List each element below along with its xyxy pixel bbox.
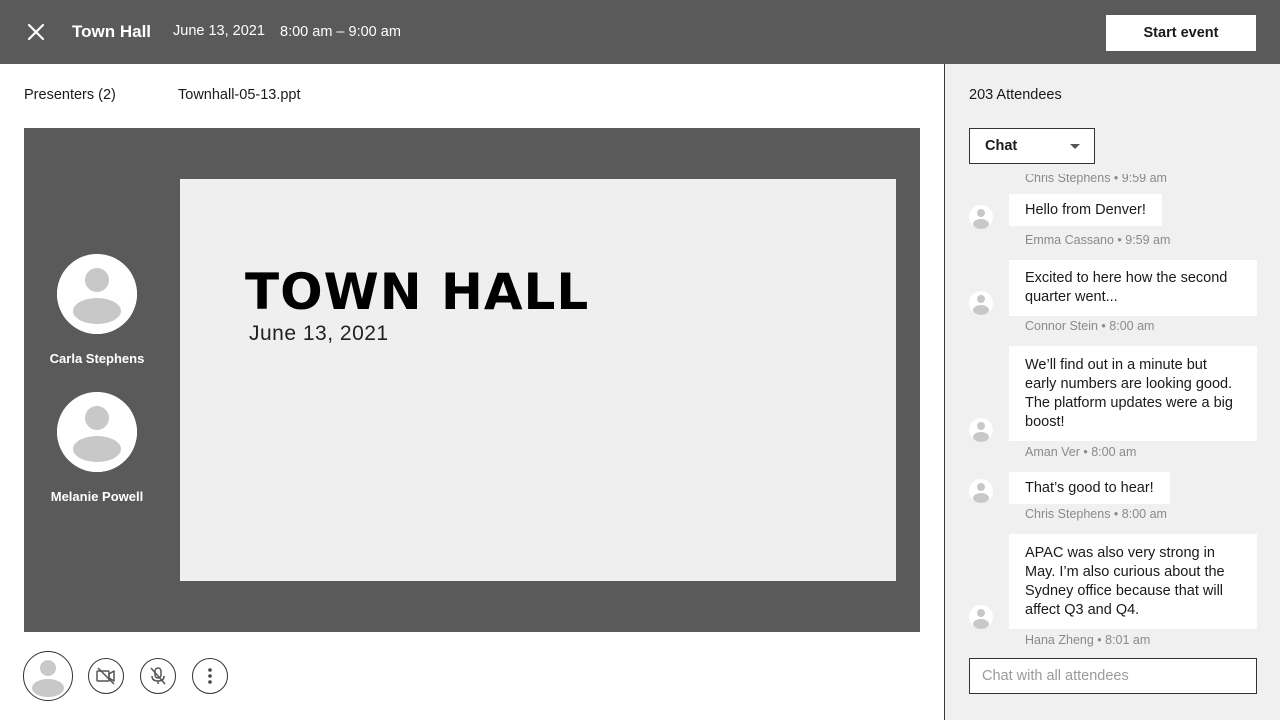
mic-off-icon[interactable] bbox=[140, 658, 176, 694]
message-meta: Emma Cassano • 9:59 am bbox=[1025, 233, 1171, 247]
video-off-icon[interactable] bbox=[88, 658, 124, 694]
person-icon bbox=[57, 392, 137, 472]
chat-messages[interactable]: Chris Stephens • 9:59 am Hello from Denv… bbox=[945, 174, 1280, 652]
tab-presenters[interactable]: Presenters (2) bbox=[24, 87, 116, 103]
presenter-name: Carla Stephens bbox=[49, 351, 145, 366]
person-icon bbox=[57, 254, 137, 334]
message-meta: Aman Ver • 8:00 am bbox=[1025, 445, 1137, 459]
person-icon bbox=[969, 605, 993, 629]
message-bubble: Hello from Denver! bbox=[1009, 194, 1162, 226]
message-meta: Chris Stephens • 9:59 am bbox=[1025, 174, 1167, 185]
presentation-slide: TOWN HALL June 13, 2021 bbox=[180, 179, 896, 581]
message-bubble: That’s good to hear! bbox=[1009, 472, 1170, 504]
message-meta: Chris Stephens • 8:00 am bbox=[1025, 507, 1167, 521]
message-bubble: APAC was also very strong in May. I’m al… bbox=[1009, 534, 1257, 629]
person-icon bbox=[969, 418, 993, 442]
message-bubble: We’ll find out in a minute but early num… bbox=[1009, 346, 1257, 441]
event-title: Town Hall bbox=[72, 22, 152, 41]
message-bubble: Excited to here how the second quarter w… bbox=[1009, 260, 1257, 316]
presenter-tile[interactable]: Carla Stephens bbox=[24, 254, 170, 366]
presenter-name: Melanie Powell bbox=[50, 489, 144, 504]
chat-panel: 203 Attendees Chat Chris Stephens • 9:59… bbox=[944, 64, 1280, 720]
presentation-stage: Carla Stephens Melanie Powell TOWN HALL … bbox=[24, 128, 920, 632]
chevron-down-icon bbox=[1070, 144, 1080, 149]
slide-date: June 13, 2021 bbox=[249, 322, 389, 345]
top-bar: Town Hall June 13, 2021 8:00 am – 9:00 a… bbox=[0, 0, 1280, 64]
event-date: June 13, 2021 bbox=[173, 23, 265, 39]
close-icon[interactable] bbox=[24, 20, 48, 44]
slide-title: TOWN HALL bbox=[245, 263, 590, 321]
person-icon bbox=[969, 205, 993, 229]
chat-input[interactable] bbox=[969, 658, 1257, 694]
chat-dropdown[interactable]: Chat bbox=[969, 128, 1095, 164]
message-meta: Hana Zheng • 8:01 am bbox=[1025, 633, 1151, 647]
event-time: 8:00 am – 9:00 am bbox=[280, 24, 401, 40]
tab-presentation-file[interactable]: Townhall-05-13.ppt bbox=[178, 87, 301, 103]
person-icon bbox=[969, 479, 993, 503]
start-event-button[interactable]: Start event bbox=[1106, 15, 1256, 51]
person-icon bbox=[969, 291, 993, 315]
more-vertical-icon[interactable] bbox=[192, 658, 228, 694]
chat-dropdown-label: Chat bbox=[985, 138, 1018, 154]
presenter-tile[interactable]: Melanie Powell bbox=[24, 392, 170, 504]
message-meta: Connor Stein • 8:00 am bbox=[1025, 319, 1155, 333]
self-avatar-icon[interactable] bbox=[23, 651, 73, 701]
attendee-count: 203 Attendees bbox=[969, 87, 1062, 103]
